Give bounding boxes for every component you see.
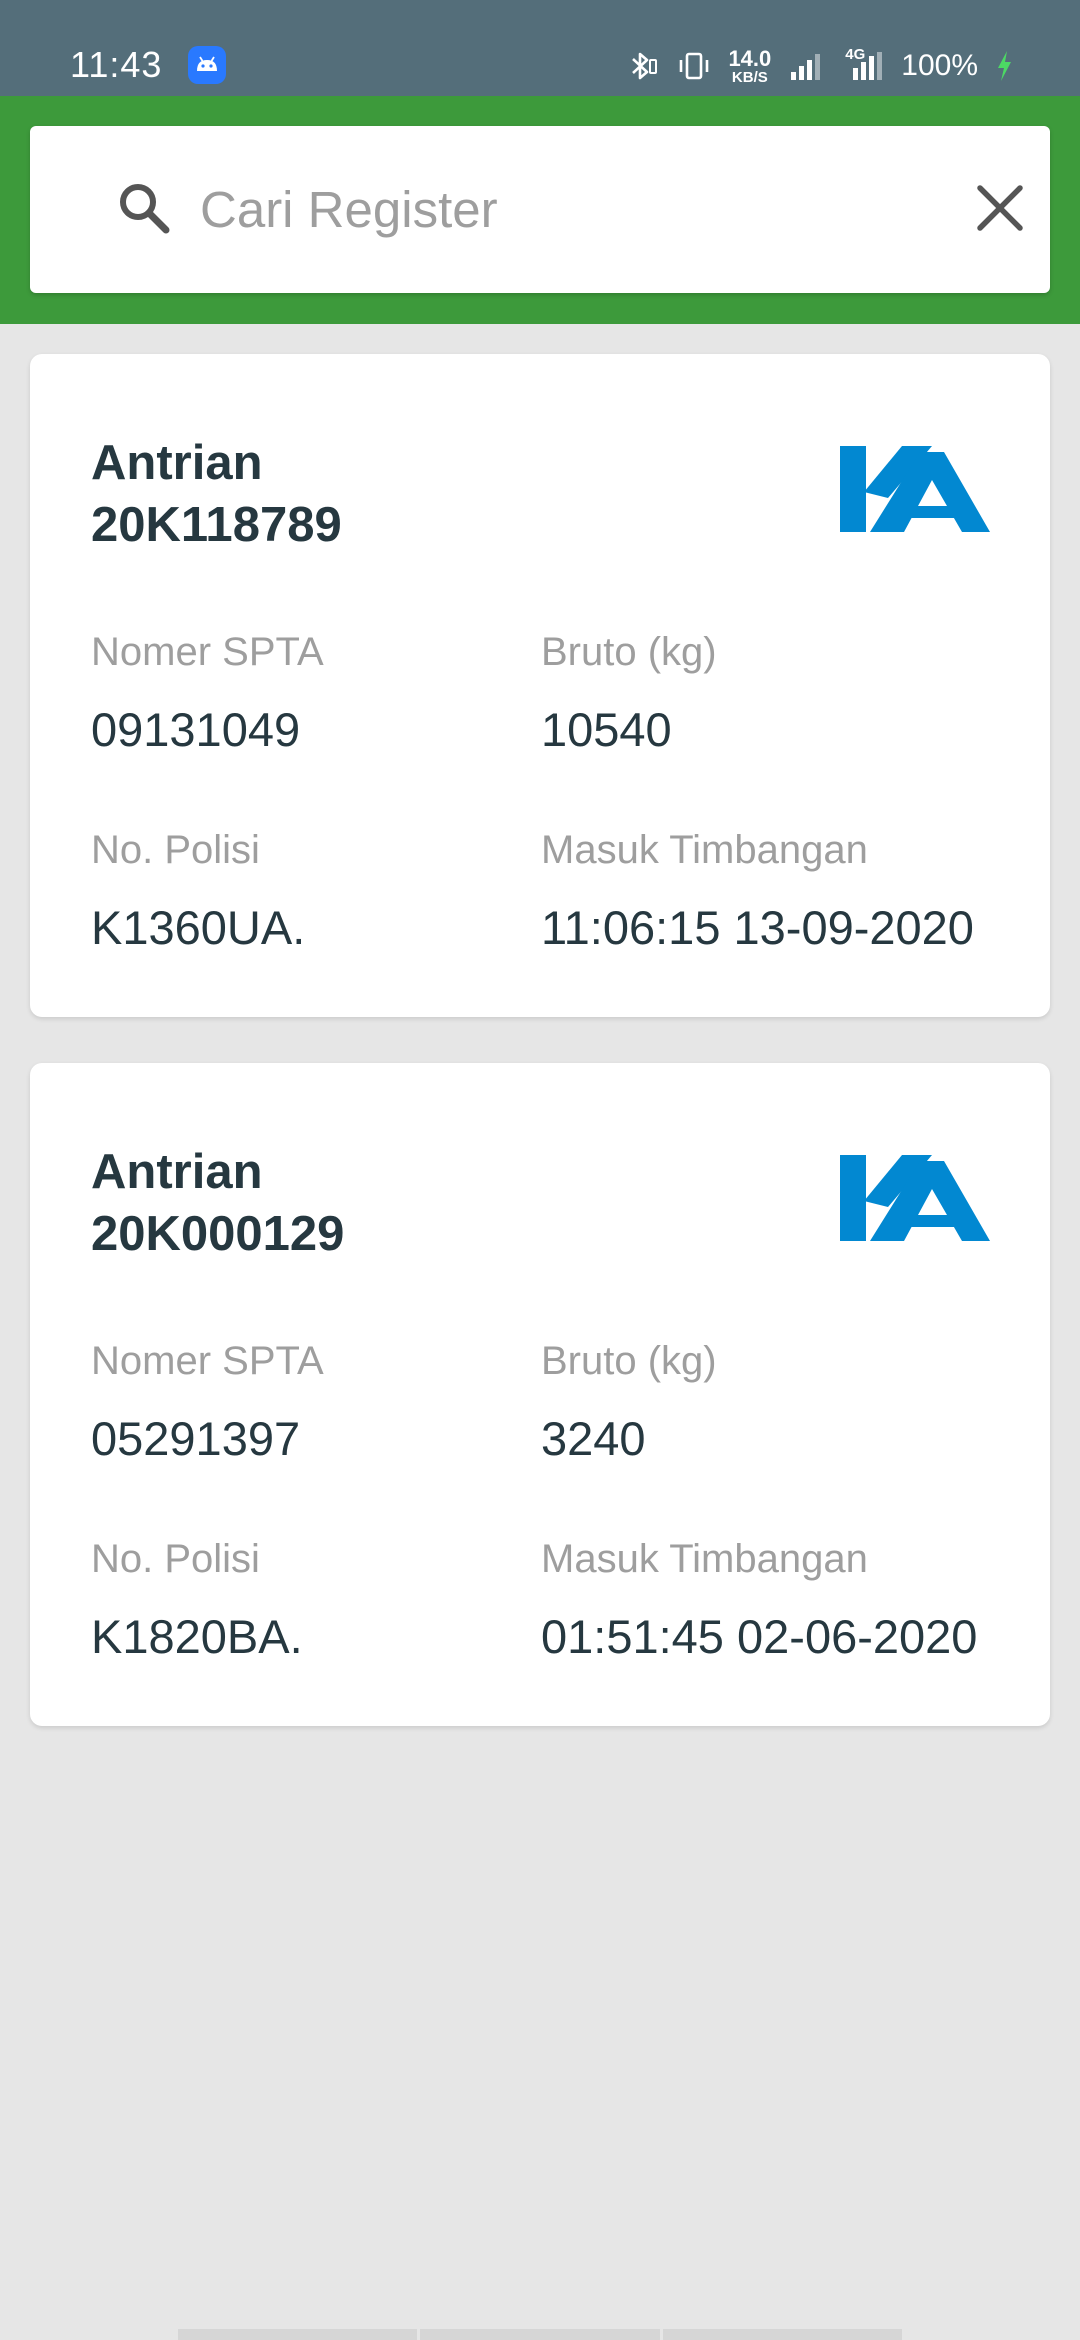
- value-no-polisi: K1820BA.: [91, 1610, 303, 1663]
- ka-logo: KA: [840, 446, 990, 532]
- label-no-polisi: No. Polisi: [91, 1537, 260, 1581]
- search-input[interactable]: [200, 156, 930, 263]
- status-icons: 14.0 KB/S 4G 100%: [624, 44, 1014, 88]
- nav-hint-segment: [178, 2329, 418, 2340]
- nav-hint-segment: [662, 2329, 902, 2340]
- label-nomer-spta: Nomer SPTA: [91, 1339, 324, 1383]
- nav-hint-segment: [420, 2329, 660, 2340]
- label-no-polisi: No. Polisi: [91, 828, 260, 872]
- value-bruto: 10540: [541, 703, 672, 756]
- net-speed: 14.0 KB/S: [728, 45, 772, 86]
- queue-number: 20K000129: [91, 1207, 345, 1261]
- vibrate-icon: [680, 52, 709, 80]
- value-masuk-timbangan: 01:51:45 02-06-2020: [541, 1610, 978, 1663]
- app-bar: [0, 96, 1080, 324]
- android-icon: [188, 46, 226, 84]
- value-masuk-timbangan: 11:06:15 13-09-2020: [541, 901, 974, 954]
- card-title-prefix: Antrian: [91, 1145, 263, 1199]
- card-title: Antrian 20K000129: [91, 1141, 651, 1265]
- value-bruto: 3240: [541, 1412, 646, 1465]
- net-speed-unit: KB/S: [731, 68, 768, 86]
- charging-icon: [998, 51, 1011, 81]
- value-nomer-spta: 05291397: [91, 1412, 301, 1465]
- label-masuk-timbangan: Masuk Timbangan: [541, 1537, 868, 1581]
- label-bruto: Bruto (kg): [541, 630, 717, 674]
- close-icon[interactable]: [970, 178, 1030, 238]
- search-icon[interactable]: [114, 178, 174, 238]
- bluetooth-icon: [632, 52, 658, 80]
- status-bar: 11:43 14.0 KB/S 4G 100%: [0, 0, 1080, 96]
- navigation-hint-bar: [178, 2329, 902, 2340]
- label-nomer-spta: Nomer SPTA: [91, 630, 324, 674]
- signal-icon: [791, 54, 821, 80]
- queue-card[interactable]: Antrian 20K118789 KA Nomer SPTA 09131049…: [30, 354, 1050, 1017]
- queue-number: 20K118789: [91, 498, 342, 552]
- card-title: Antrian 20K118789: [91, 432, 651, 556]
- value-no-polisi: K1360UA.: [91, 901, 306, 954]
- value-nomer-spta: 09131049: [91, 703, 301, 756]
- ka-logo: KA: [840, 1155, 990, 1241]
- label-masuk-timbangan: Masuk Timbangan: [541, 828, 868, 872]
- signal-4g: 4G: [839, 46, 885, 84]
- status-time: 11:43: [70, 44, 163, 85]
- battery-level: 100%: [901, 49, 978, 82]
- signal-icon: [853, 52, 883, 80]
- queue-card[interactable]: Antrian 20K000129 KA Nomer SPTA 05291397…: [30, 1063, 1050, 1726]
- label-bruto: Bruto (kg): [541, 1339, 717, 1383]
- search-bar[interactable]: [30, 126, 1050, 293]
- net-speed-value: 14.0: [728, 45, 772, 71]
- card-title-prefix: Antrian: [91, 436, 263, 490]
